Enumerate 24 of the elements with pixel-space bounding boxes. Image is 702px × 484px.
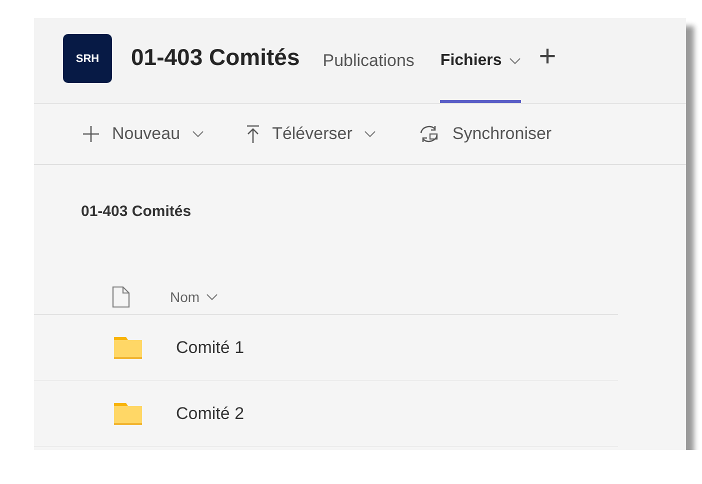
plus-icon (82, 125, 100, 143)
folder-name: Comité 1 (176, 338, 244, 358)
folder-title: 01-403 Comités (81, 203, 192, 220)
sync-icon (418, 124, 440, 144)
tab[interactable]: Publications (322, 18, 414, 103)
toolbar-button[interactable]: Nouveau (82, 124, 204, 144)
chevron-icon (364, 130, 376, 138)
team-logo: SRH (63, 34, 112, 83)
file-type-icon (112, 286, 130, 308)
toolbar-button[interactable]: Téléverser (246, 124, 376, 144)
folder-icon (114, 336, 142, 358)
team-name: 01-403 Comités (131, 44, 300, 71)
upload-icon (246, 125, 260, 143)
folder-name: Comité 2 (176, 404, 244, 424)
chevron-icon (206, 292, 218, 300)
file-row[interactable]: Comité 2 (34, 381, 618, 447)
chevron-icon (192, 130, 204, 138)
toolbar-button[interactable]: Synchroniser (418, 124, 552, 144)
tab[interactable]: Fichiers (440, 18, 521, 103)
add-tab-button[interactable]: + (538, 40, 556, 74)
chevron-icon (508, 57, 521, 65)
folder-icon (114, 402, 142, 424)
file-row[interactable]: Comité 1 (34, 315, 618, 381)
column-header[interactable]: Nom (170, 288, 218, 304)
